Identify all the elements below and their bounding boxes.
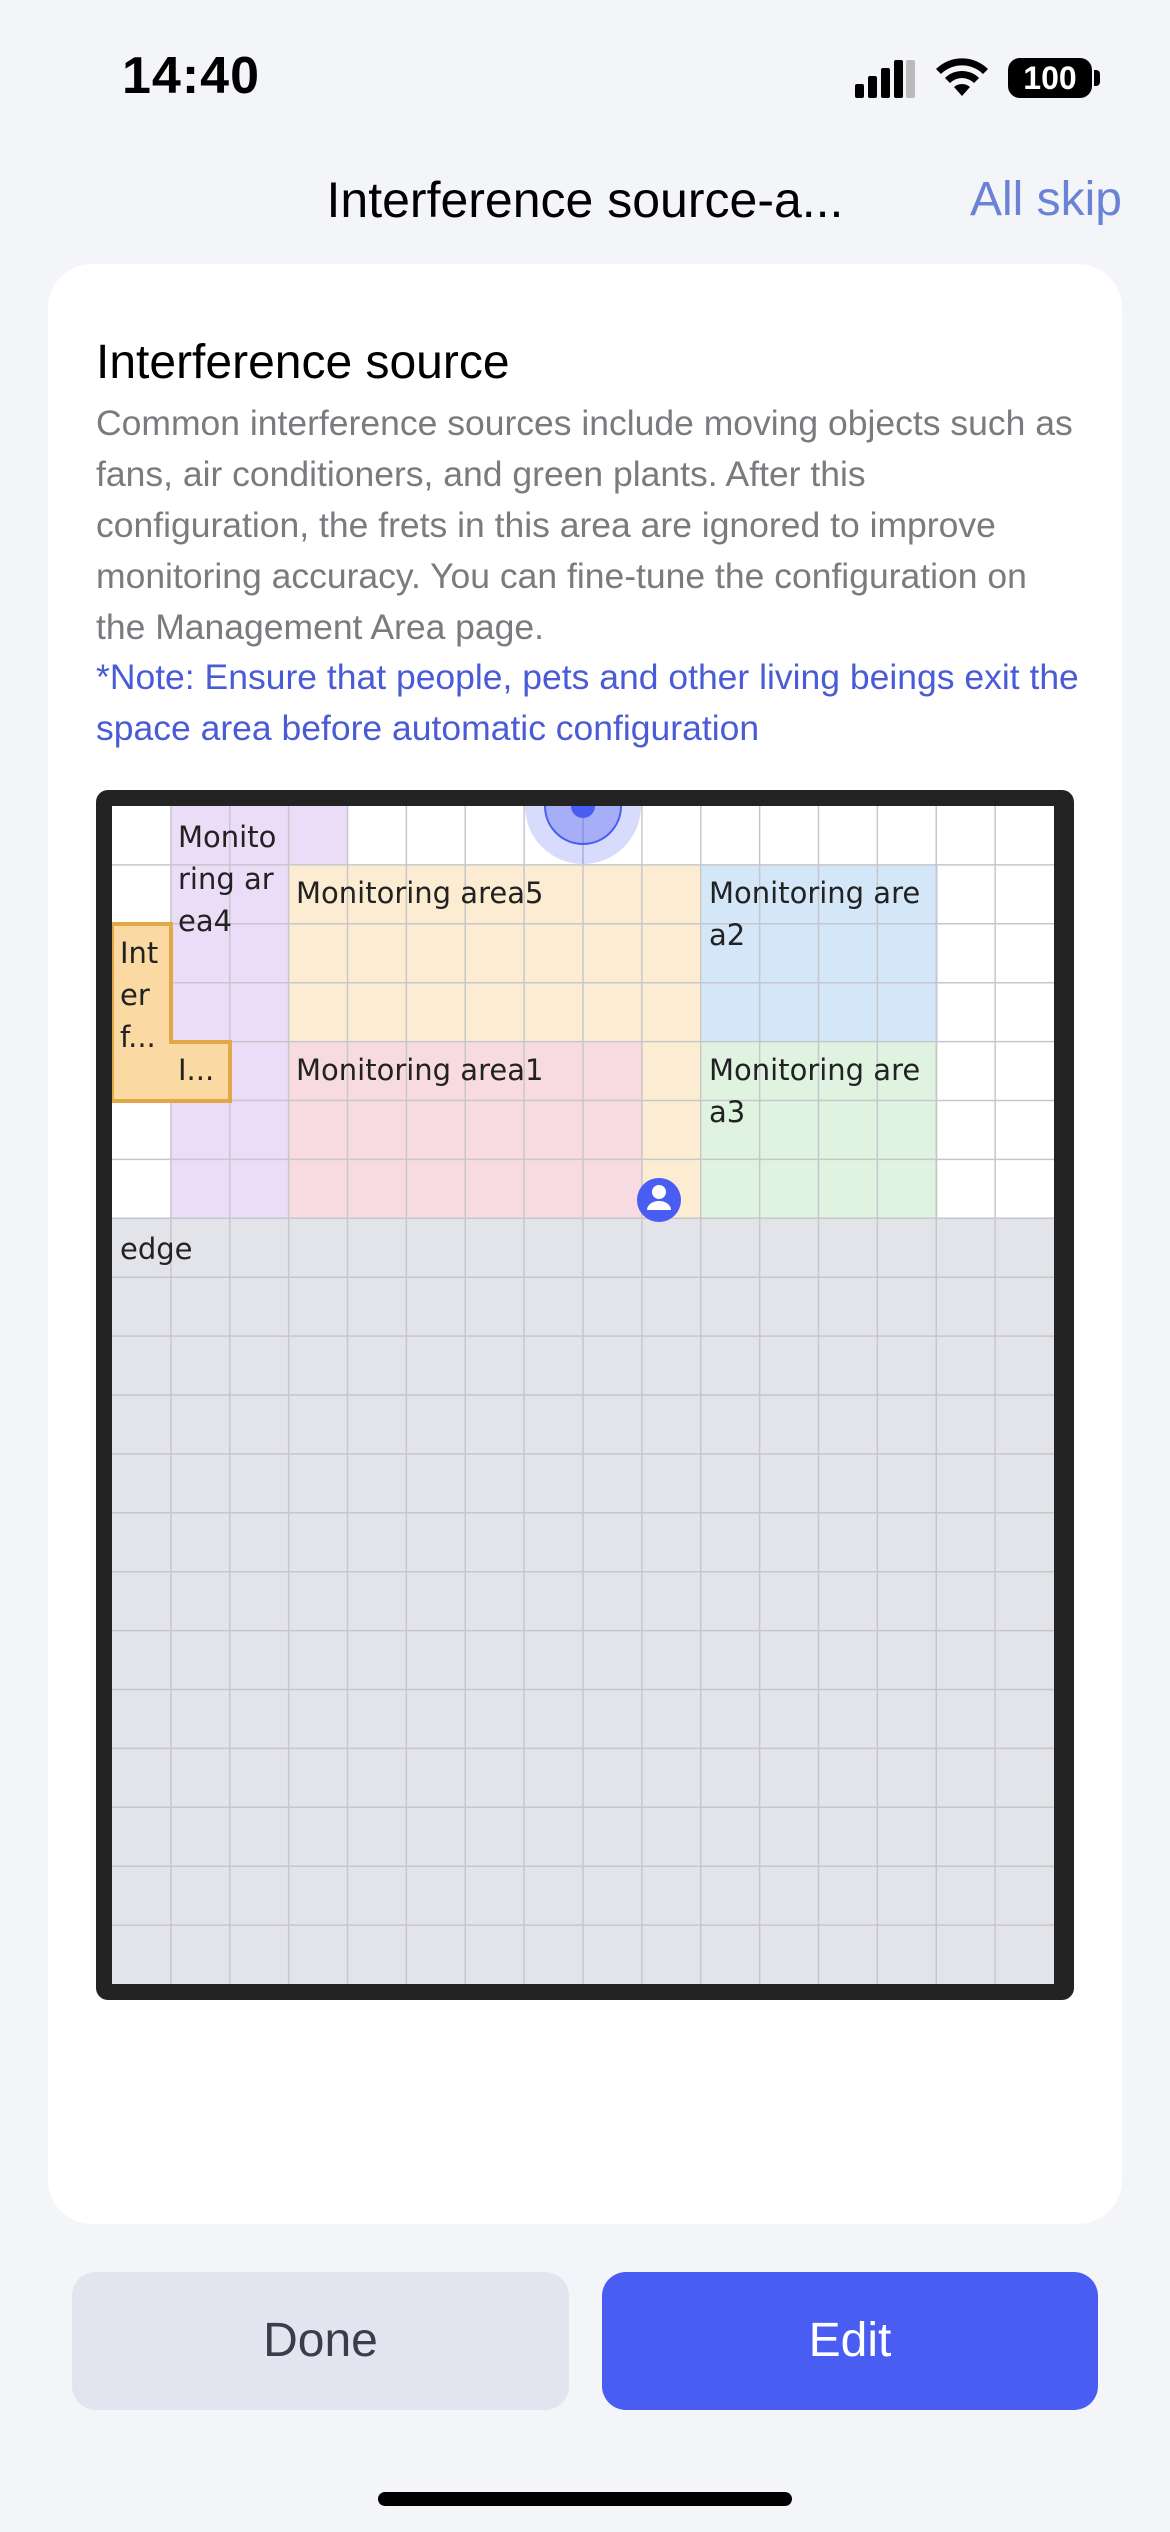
- cellular-signal-icon: [855, 60, 915, 98]
- battery-tip: [1094, 70, 1100, 86]
- card-title: Interference source: [96, 336, 510, 389]
- interference-card: Interference source Common interference …: [48, 264, 1122, 2224]
- home-indicator: [378, 2492, 792, 2506]
- person-marker-icon: [637, 1178, 681, 1222]
- zone-label-area3: Monitoring area3: [709, 1053, 921, 1129]
- zone-label-area4: Monitoring area4: [178, 820, 277, 938]
- zone-label-edge: edge: [120, 1232, 193, 1266]
- card-note: *Note: Ensure that people, pets and othe…: [96, 657, 1079, 748]
- status-time: 14:40: [122, 47, 260, 105]
- zone-label-area5: Monitoring area5: [296, 876, 544, 910]
- space-map-grid: [112, 806, 1054, 1984]
- wifi-icon: [936, 58, 988, 96]
- zone-label-area1: Monitoring area1: [296, 1053, 544, 1087]
- status-bar: 14:40 100: [0, 0, 1170, 150]
- page-title: Interference source-a...: [326, 172, 844, 228]
- space-map: Monitoring area4 Monitoring area5 Monito…: [96, 790, 1074, 2000]
- all-skip-button[interactable]: All skip: [970, 165, 1122, 235]
- zone-label-area2: Monitoring area2: [709, 876, 921, 952]
- card-description: Common interference sources include movi…: [96, 403, 1073, 647]
- edit-button[interactable]: Edit: [602, 2272, 1098, 2410]
- sensor-icon: [525, 806, 641, 864]
- zone-label-interference-2: I...: [178, 1053, 215, 1087]
- grid-lines: [112, 806, 1054, 1984]
- done-button[interactable]: Done: [72, 2272, 569, 2410]
- battery-icon: 100: [1008, 58, 1092, 98]
- zone-label-interference-1: Interf...: [120, 936, 159, 1054]
- space-map-canvas[interactable]: Monitoring area4 Monitoring area5 Monito…: [112, 806, 1054, 1984]
